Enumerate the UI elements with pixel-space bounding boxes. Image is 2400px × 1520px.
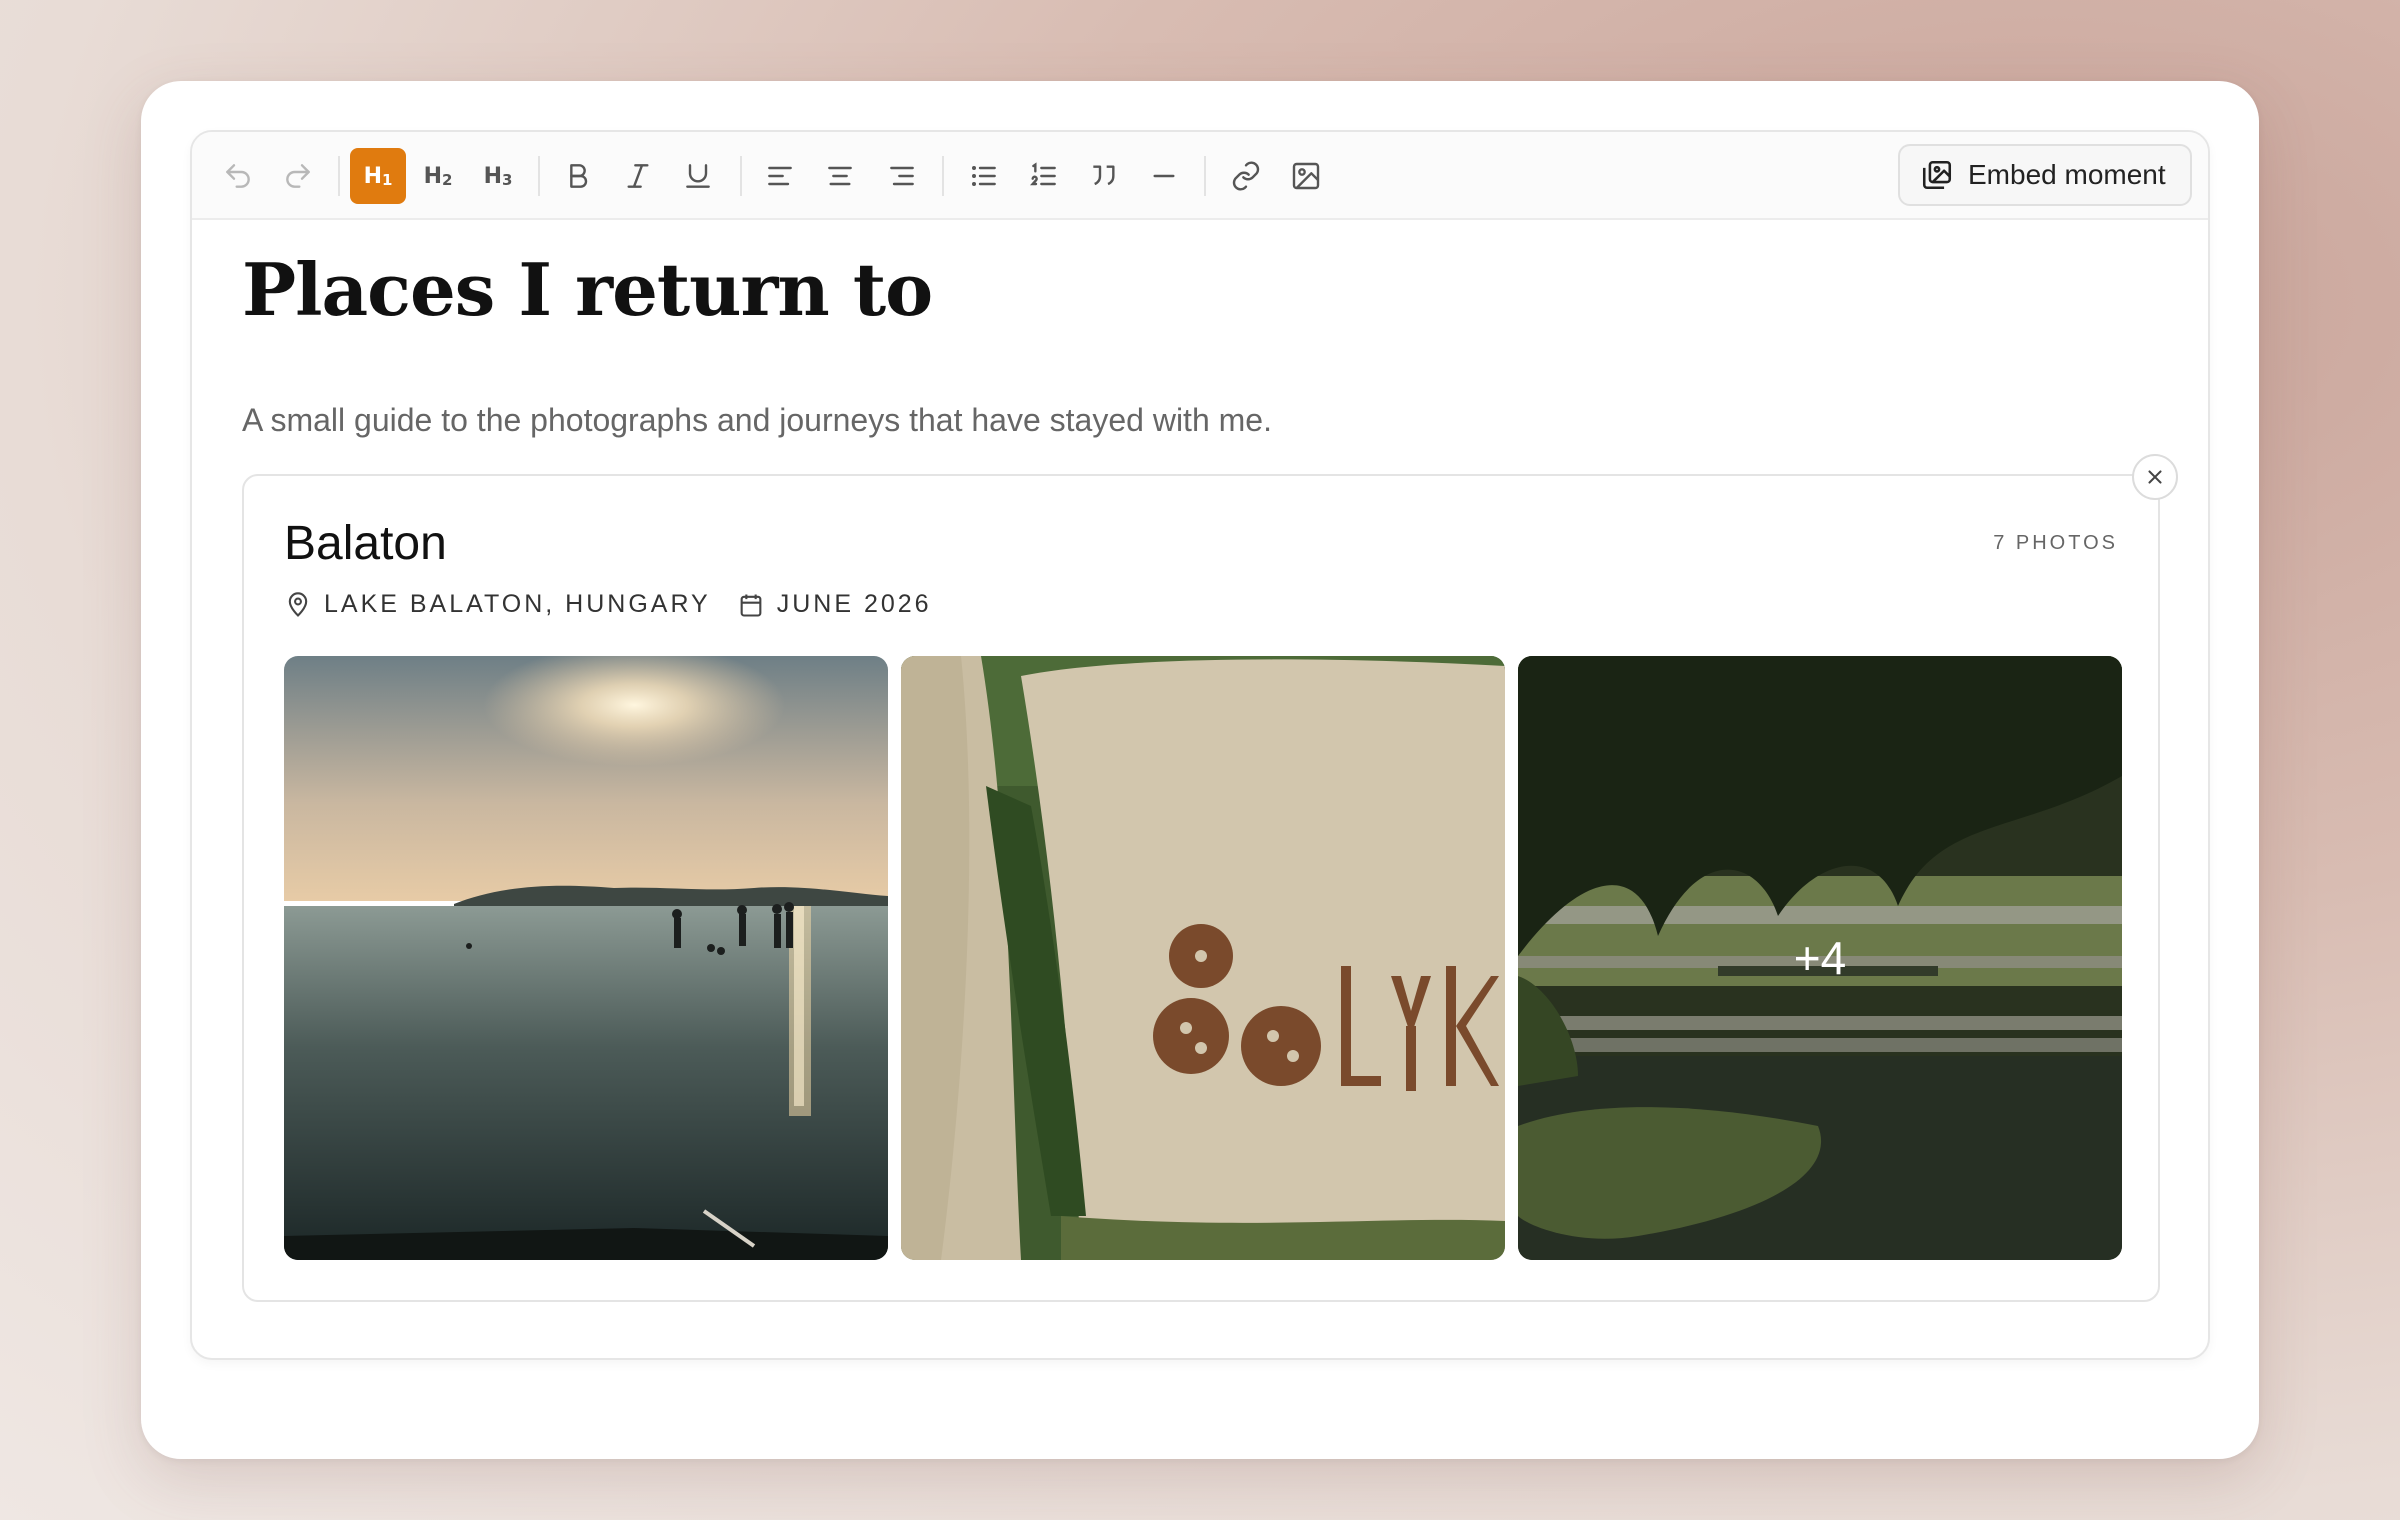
toolbar-divider: [1204, 156, 1206, 196]
moment-meta: LAKE BALATON, HUNGARY JUNE 2026: [284, 590, 932, 619]
numbered-list-icon: [1029, 162, 1056, 186]
italic-icon: [627, 164, 649, 188]
photo-bolyki-rock[interactable]: [901, 656, 1505, 1260]
align-left-icon: [768, 166, 792, 186]
gallery-icon: [1922, 160, 1952, 190]
calendar-icon: [740, 594, 762, 617]
more-photos-overlay[interactable]: +4: [1518, 656, 2122, 1260]
photo-grid: +4: [284, 656, 2122, 1260]
bold-icon: [570, 164, 588, 188]
toolbar-divider: [740, 156, 742, 196]
moment-date: JUNE 2026: [776, 590, 932, 618]
heading-1-button[interactable]: H1: [350, 148, 406, 204]
bullet-list-button[interactable]: [956, 148, 1012, 204]
redo-icon: [286, 164, 310, 188]
align-center-icon: [828, 166, 852, 186]
bullet-list-icon: [972, 166, 996, 186]
remove-moment-button[interactable]: [2132, 454, 2178, 500]
lake-sunset-image: [284, 656, 888, 1260]
embed-moment-label: Embed moment: [1968, 159, 2166, 190]
italic-button[interactable]: [610, 148, 666, 204]
toolbar-divider: [338, 156, 340, 196]
image-icon: [1292, 162, 1320, 190]
image-button[interactable]: [1278, 148, 1334, 204]
photo-park-pond[interactable]: +4: [1518, 656, 2122, 1260]
numbered-list-button[interactable]: [1016, 148, 1072, 204]
moment-title: Balaton: [284, 517, 447, 570]
blockquote-button[interactable]: [1076, 148, 1132, 204]
heading-2-button[interactable]: H2: [410, 148, 466, 204]
underline-icon: [686, 164, 710, 188]
toolbar: H1 H2 H3 Embed moment: [192, 132, 2208, 220]
moment-location: LAKE BALATON, HUNGARY: [324, 590, 711, 618]
embed-moment-button[interactable]: Embed moment: [1898, 144, 2192, 206]
moment-embed[interactable]: Balaton 7 PHOTOS LAKE BALATON, HUNGARY J…: [242, 474, 2160, 1302]
heading-3-button[interactable]: H3: [470, 148, 526, 204]
document-title[interactable]: Places I return to: [242, 247, 933, 332]
link-button[interactable]: [1218, 148, 1274, 204]
heading-3-label: H3: [483, 163, 513, 189]
toolbar-divider: [538, 156, 540, 196]
close-icon: [2148, 470, 2162, 484]
editor: H1 H2 H3 Embed moment Places I return to…: [190, 130, 2210, 1360]
redo-button[interactable]: [270, 148, 326, 204]
photo-lake-sunset[interactable]: [284, 656, 888, 1260]
underline-button[interactable]: [670, 148, 726, 204]
quote-icon: [1093, 165, 1115, 186]
photo-count: 7 PHOTOS: [1993, 532, 2118, 554]
horizontal-rule-button[interactable]: [1136, 148, 1192, 204]
toolbar-divider: [942, 156, 944, 196]
link-icon: [1232, 161, 1260, 191]
align-right-icon: [890, 166, 914, 186]
align-center-button[interactable]: [812, 148, 868, 204]
undo-icon: [226, 164, 250, 188]
undo-button[interactable]: [210, 148, 266, 204]
document-subtitle[interactable]: A small guide to the photographs and jou…: [242, 402, 1272, 439]
horizontal-rule-icon: [1153, 174, 1175, 178]
bold-button[interactable]: [550, 148, 606, 204]
bolyki-rock-image: [901, 656, 1505, 1260]
heading-2-label: H2: [423, 163, 453, 189]
align-left-button[interactable]: [752, 148, 808, 204]
location-pin-icon: [288, 591, 308, 617]
align-right-button[interactable]: [874, 148, 930, 204]
heading-1-label: H1: [363, 163, 393, 189]
